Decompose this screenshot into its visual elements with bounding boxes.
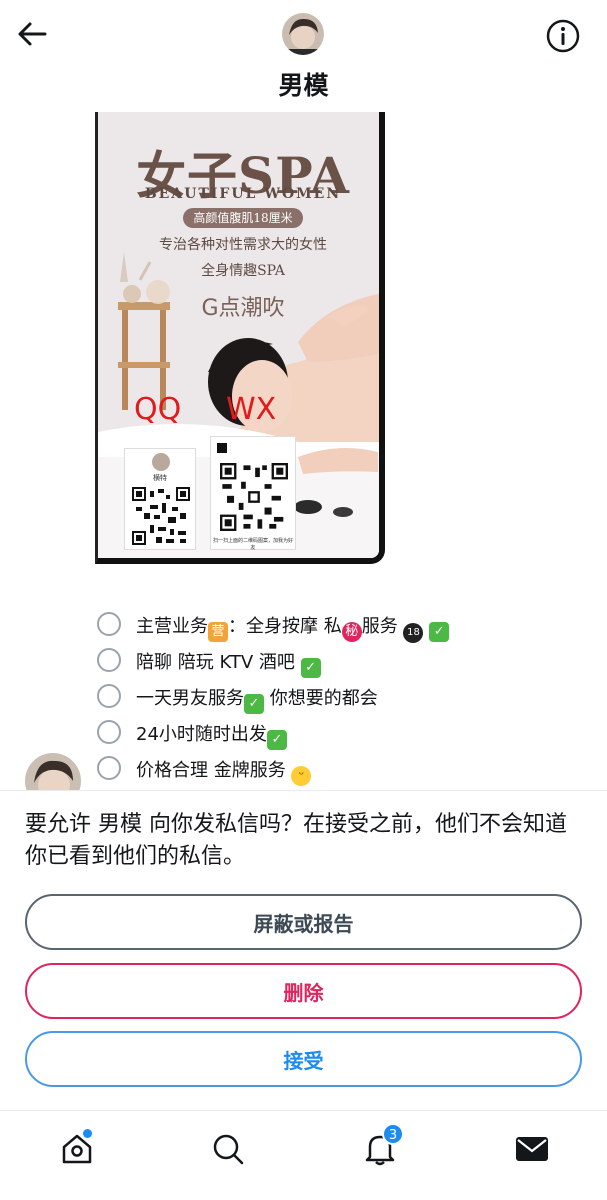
- accept-button[interactable]: 接受: [25, 1031, 582, 1087]
- list-item[interactable]: 一天男友服务 ✓ 你想要的都会: [97, 676, 517, 714]
- option-text: 24小时随时出发 ✓: [136, 720, 287, 750]
- list-item[interactable]: 陪聊 陪玩 KTV 酒吧 ✓: [97, 640, 517, 678]
- wx-avatar-icon: [217, 443, 227, 453]
- search-icon: [213, 1134, 244, 1165]
- qq-name: 横特: [153, 474, 167, 482]
- conversation-title: 男模: [278, 71, 329, 100]
- tab-notifications[interactable]: 3: [360, 1123, 404, 1169]
- qq-qr-code-icon: [132, 487, 190, 545]
- check-emoji-icon: ✓: [244, 694, 264, 714]
- block-or-report-button[interactable]: 屏蔽或报告: [25, 894, 582, 950]
- wx-qr-caption: 扫一扫上面的二维码图案，加我为好友: [212, 538, 293, 551]
- qq-qr-card: 横特: [124, 448, 196, 550]
- tab-search[interactable]: [208, 1129, 248, 1169]
- option-text: 一天男友服务 ✓ 你想要的都会: [136, 684, 378, 714]
- message-request-panel: 要允许 男模 向你发私信吗？在接受之前，他们不会知道你已看到他们的私信。 屏蔽或…: [0, 790, 607, 1110]
- radio-circle[interactable]: [97, 684, 121, 708]
- secret-emoji-icon: 秘: [341, 622, 362, 642]
- bottom-tab-bar: 3: [0, 1110, 607, 1200]
- option-text: 价格合理 金牌服务 ᵕ: [136, 756, 312, 786]
- list-item[interactable]: 24小时随时出发 ✓: [97, 712, 517, 750]
- info-circle-icon: [546, 19, 580, 53]
- info-button[interactable]: [543, 16, 583, 56]
- notifications-badge: 3: [382, 1123, 404, 1145]
- check-emoji-icon: ✓: [266, 730, 287, 750]
- qq-avatar-icon: [152, 453, 170, 471]
- radio-circle[interactable]: [97, 612, 121, 636]
- radio-circle[interactable]: [97, 756, 121, 780]
- back-button[interactable]: [14, 16, 50, 52]
- poster-line-1: 专治各种对性需求大的女性: [159, 237, 327, 253]
- mail-icon: [516, 1137, 548, 1161]
- grin-emoji-icon: ᵕ: [291, 766, 312, 786]
- wx-qr-card: 扫一扫上面的二维码图案，加我为好友: [210, 436, 296, 551]
- poster-line-2: 全身情趣SPA: [201, 263, 285, 279]
- tab-messages[interactable]: [512, 1129, 552, 1169]
- header-avatar[interactable]: [282, 13, 324, 55]
- home-unread-dot: [83, 1129, 92, 1138]
- check-emoji-icon: ✓: [300, 658, 321, 678]
- list-item[interactable]: 主营业务营：全身按摩 私秘服务 18 ✓: [97, 604, 517, 643]
- check-emoji-icon: ✓: [429, 622, 450, 642]
- tab-home[interactable]: [57, 1129, 97, 1169]
- list-item[interactable]: 价格合理 金牌服务 ᵕ: [97, 748, 517, 786]
- wx-qr-code-icon: [220, 463, 288, 531]
- poster-line-3: G点潮吹: [201, 296, 285, 321]
- conversation-header: 男模: [0, 0, 607, 112]
- ying-emoji-icon: 营: [208, 622, 228, 642]
- radio-circle[interactable]: [97, 720, 121, 744]
- poster-wx-label: WX: [226, 392, 277, 427]
- radio-circle[interactable]: [97, 648, 121, 672]
- poster-pill: 高颜值腹肌18厘米: [183, 208, 303, 228]
- delete-button[interactable]: 删除: [25, 963, 582, 1019]
- request-prompt: 要允许 男模 向你发私信吗？在接受之前，他们不会知道你已看到他们的私信。: [25, 812, 567, 869]
- option-text: 主营业务营：全身按摩 私秘服务 18 ✓: [136, 612, 450, 643]
- poster-qq-label: QQ: [134, 392, 182, 427]
- message-options-list: 主营业务营：全身按摩 私秘服务 18 ✓ 陪聊 陪玩 KTV 酒吧 ✓ 一天男友…: [97, 604, 517, 786]
- poster-subtitle: BEAUTIFUL WOMEN: [144, 186, 342, 202]
- arrow-left-icon: [18, 22, 47, 46]
- message-image[interactable]: 女子SPA BEAUTIFUL WOMEN 高颜值腹肌18厘米 专治各种对性需求…: [95, 112, 385, 564]
- option-text: 陪聊 陪玩 KTV 酒吧 ✓: [136, 648, 321, 678]
